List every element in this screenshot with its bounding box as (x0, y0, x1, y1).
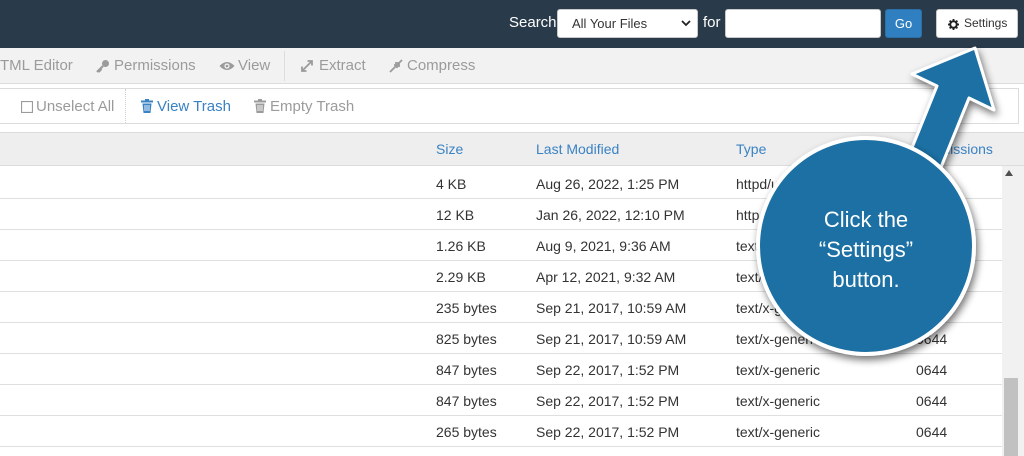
column-header-permissions[interactable]: ermissions (926, 141, 993, 157)
cell-type: text/x-generic (736, 362, 821, 378)
cell-last-modified: Apr 12, 2021, 9:32 AM (536, 269, 676, 285)
html-editor-button[interactable]: TML Editor (0, 57, 73, 74)
callout-line-3: button. (832, 267, 900, 292)
empty-trash-button[interactable]: Empty Trash (254, 98, 354, 115)
table-row[interactable]: 847 bytes Sep 22, 2017, 1:52 PM text/x-gen… (0, 385, 1002, 416)
callout-text: Click the “Settings” button. (780, 205, 952, 295)
cell-permissions: 0644 (916, 362, 948, 378)
view-trash-label: View Trash (157, 98, 231, 115)
file-table-header: Size Last Modified Type ermissions (0, 132, 1024, 166)
cell-last-modified: Sep 21, 2017, 10:59 AM (536, 300, 687, 316)
for-label: for (703, 14, 721, 31)
search-scope-value: All Your Files (572, 16, 648, 31)
cell-size: 2.29 KB (436, 269, 486, 285)
cell-last-modified: Jan 26, 2022, 12:10 PM (536, 207, 685, 223)
cell-last-modified: Aug 26, 2022, 1:25 PM (536, 176, 680, 192)
cell-size: 4 KB (436, 176, 467, 192)
cell-permissions: 0644 (916, 393, 948, 409)
cell-type: text/x-generic (736, 424, 821, 440)
unselect-all-button[interactable]: Unselect All (21, 98, 114, 115)
checkbox-empty-icon (21, 101, 33, 113)
settings-label: Settings (964, 16, 1008, 30)
table-row[interactable]: 4 KB Aug 26, 2022, 1:25 PM httpd/u (0, 168, 1002, 199)
toolbar-divider (125, 89, 126, 123)
compress-label: Compress (407, 57, 476, 74)
empty-trash-label: Empty Trash (270, 98, 355, 115)
table-row[interactable]: 265 bytes Sep 22, 2017, 1:52 PM text/x-gen… (0, 416, 1002, 447)
compress-icon (389, 59, 403, 73)
column-header-last-modified[interactable]: Last Modified (536, 141, 619, 157)
permissions-button[interactable]: Permissions (96, 57, 196, 74)
scroll-up-arrow-icon[interactable] (1005, 170, 1013, 176)
expand-icon (301, 60, 313, 72)
cell-type: text/x-generic (736, 393, 821, 409)
view-button[interactable]: View (219, 57, 270, 74)
eye-icon (219, 62, 235, 70)
cell-size: 12 KB (436, 207, 475, 223)
top-bar: Search All Your Files for Go Settings (0, 0, 1024, 48)
column-header-size[interactable]: Size (436, 141, 463, 157)
search-label: Search (509, 14, 557, 31)
key-icon (96, 60, 109, 73)
cell-size: 265 bytes (436, 424, 497, 440)
unselect-all-label: Unselect All (36, 98, 115, 115)
cell-type: httpd/u (736, 176, 779, 192)
cell-type: http (736, 207, 760, 223)
selection-toolbar: Unselect All View Trash Empty Trash (0, 88, 1019, 124)
search-scope-select[interactable]: All Your Files (557, 9, 698, 38)
cell-size: 1.26 KB (436, 238, 486, 254)
chevron-down-icon (681, 20, 691, 27)
cell-type: text/ (736, 238, 763, 254)
compress-button[interactable]: Compress (389, 57, 475, 74)
extract-label: Extract (319, 57, 366, 74)
cell-last-modified: Sep 21, 2017, 10:59 AM (536, 331, 687, 347)
cell-last-modified: Aug 9, 2021, 9:36 AM (536, 238, 671, 254)
table-row[interactable]: 847 bytes Sep 22, 2017, 1:52 PM text/x-gen… (0, 354, 1002, 385)
extract-button[interactable]: Extract (300, 57, 366, 74)
cell-size: 847 bytes (436, 393, 497, 409)
cell-size: 825 bytes (436, 331, 497, 347)
settings-button[interactable]: Settings (936, 9, 1018, 38)
cell-last-modified: Sep 22, 2017, 1:52 PM (536, 362, 680, 378)
scrollbar-thumb[interactable] (1004, 378, 1018, 456)
view-label: View (238, 57, 271, 74)
cell-type: text/x-generic (736, 331, 821, 347)
toolbar-divider (284, 51, 285, 81)
trash-icon (254, 99, 266, 113)
cell-type: text/x-ge (736, 300, 790, 316)
permissions-label: Permissions (114, 57, 196, 74)
callout-line-1: Click the (823, 207, 909, 232)
file-toolbar: TML Editor Permissions View Extract Comp… (0, 48, 1024, 84)
column-header-type[interactable]: Type (736, 141, 766, 157)
trash-icon (141, 99, 153, 113)
cell-permissions: 0644 (916, 331, 948, 347)
table-row[interactable]: 235 bytes Sep 21, 2017, 10:59 AM text/x-ge (0, 292, 1002, 323)
html-editor-label: TML Editor (0, 57, 73, 74)
cell-last-modified: Sep 22, 2017, 1:52 PM (536, 393, 680, 409)
cell-size: 847 bytes (436, 362, 497, 378)
table-row[interactable]: 825 bytes Sep 21, 2017, 10:59 AM text/x-ge… (0, 323, 1002, 354)
cell-size: 235 bytes (436, 300, 497, 316)
gear-icon (948, 19, 959, 30)
cell-last-modified: Sep 22, 2017, 1:52 PM (536, 424, 680, 440)
search-input[interactable] (725, 9, 881, 38)
cell-type: text/ (736, 269, 763, 285)
cell-permissions: 0644 (916, 424, 948, 440)
go-button[interactable]: Go (885, 9, 922, 38)
callout-line-2: “Settings” (818, 237, 914, 262)
view-trash-button[interactable]: View Trash (141, 98, 231, 115)
